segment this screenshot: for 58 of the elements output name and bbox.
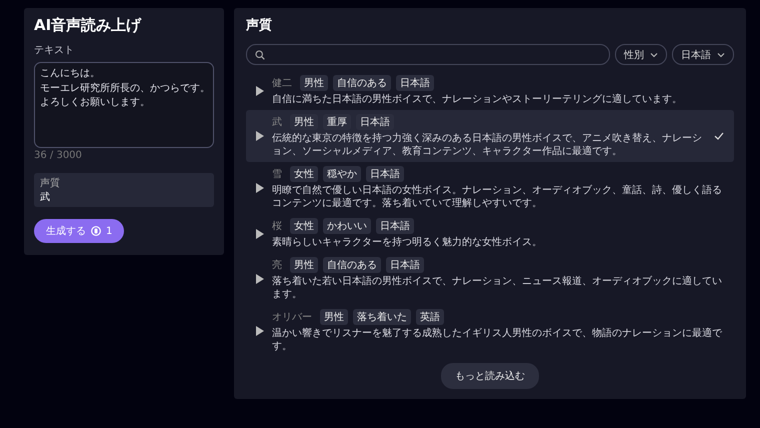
voice-name: 健二 (272, 77, 292, 90)
voice-name: 武 (272, 116, 282, 129)
voice-tag: 女性 (290, 218, 318, 234)
voice-tag: 男性 (290, 114, 318, 130)
play-icon[interactable] (256, 183, 264, 193)
voice-tag: 穏やか (323, 166, 361, 182)
voice-tag: 自信のある (333, 75, 391, 91)
voice-description: 落ち着いた若い日本語の男性ボイスで、ナレーション、ニュース報道、オーディオブックに適しています。 (272, 275, 723, 301)
voice-tag: 女性 (290, 166, 318, 182)
panel-title: 声質 (246, 16, 273, 34)
play-icon[interactable] (256, 131, 264, 141)
coin-icon (91, 226, 101, 236)
voice-description: 伝統的な東京の特徴を持つ力強く深みのある日本語の男性ボイスで、アニメ吹き替え、ナレーション、ソーシャルメディア、教育コンテンツ、キャラクター作品に最適です。 (272, 132, 703, 158)
voice-description: 自信に満ちた日本語の男性ボイスで、ナレーションやストーリーテリングに適しています。 (272, 93, 683, 106)
voice-item[interactable]: 雪 女性 穏やか 日本語 明瞭で自然で優しい日本語の女性ボイス。ナレーション、オーディオブック、童話、詩、優しく語るコンテンツに最適です。落ち着いていて理解しやすいです。 (246, 162, 734, 214)
voice-tag: 日本語 (376, 218, 414, 234)
play-icon[interactable] (256, 86, 264, 96)
voice-tag: かわいい (323, 218, 371, 234)
play-icon[interactable] (256, 274, 264, 284)
voice-item[interactable]: 武 男性 重厚 日本語 伝統的な東京の特徴を持つ力強く深みのある日本語の男性ボイスで、アニメ吹き替え、ナレーション、ソーシャルメディア、教育コンテンツ、キャラクター作品に最適です。 (246, 110, 734, 162)
search-field[interactable] (246, 44, 610, 65)
voice-item[interactable]: 桜 女性 かわいい 日本語 素晴らしいキャラクターを持つ明るく魅力的な女性ボイス。 (246, 214, 734, 253)
voice-tag: 男性 (300, 75, 328, 91)
load-more-button[interactable]: もっと読み込む (441, 363, 539, 389)
voice-select-field[interactable]: 声質 武 (34, 173, 214, 207)
chevron-down-icon (650, 50, 658, 58)
voice-description: 明瞭で自然で優しい日本語の女性ボイス。ナレーション、オーディオブック、童話、詩、優しく語るコンテンツに最適です。落ち着いていて理解しやすいです。 (272, 184, 723, 210)
voice-item[interactable]: 亮 男性 自信のある 日本語 落ち着いた若い日本語の男性ボイスで、ナレーション、ニュース報道、オーディオブックに適しています。 (246, 253, 734, 305)
text-input-field[interactable]: こんにちは。 モーエレ研究所所長の、かつらです。 よろしくお願いします。 (34, 62, 214, 148)
text-label: テキスト (34, 44, 75, 57)
voice-tag: 重厚 (323, 114, 351, 130)
voice-name: 雪 (272, 168, 282, 181)
voice-tag: 日本語 (366, 166, 404, 182)
generate-button[interactable]: 生成する 1 (34, 219, 124, 243)
voice-tag: 日本語 (386, 257, 424, 273)
voice-tag: 自信のある (323, 257, 381, 273)
play-icon[interactable] (256, 228, 264, 238)
voice-description: 素晴らしいキャラクターを持つ明るく魅力的な女性ボイス。 (272, 236, 543, 249)
voice-name: 亮 (272, 258, 282, 272)
filter-dropdown[interactable]: 日本語 (672, 44, 734, 65)
voice-name: 桜 (272, 220, 282, 233)
voice-name: オリバー (272, 311, 312, 324)
filter-dropdown[interactable]: 性別 (615, 44, 667, 65)
voice-item[interactable]: オリバー 男性 落ち着いた 英語 温かい響きでリスナーを魅了する成熟したイギリス人男性のボイスで、物語のナレーションに最適です。 (246, 305, 734, 357)
voice-tag: 男性 (290, 257, 318, 273)
voice-tag: 日本語 (356, 114, 394, 130)
voice-tag: 日本語 (396, 75, 434, 91)
voice-tag: 落ち着いた (353, 309, 411, 325)
check-icon (714, 131, 724, 141)
voice-item[interactable]: 健二 男性 自信のある 日本語 自信に満ちた日本語の男性ボイスで、ナレーションやストーリーテリングに適しています。 (246, 71, 734, 110)
character-count: 36 / 3000 (34, 150, 83, 161)
voice-tag: 男性 (320, 309, 348, 325)
app-title: AI音声読み上げ (34, 16, 142, 35)
chevron-down-icon (717, 50, 725, 58)
play-icon[interactable] (256, 326, 264, 336)
voice-description: 温かい響きでリスナーを魅了する成熟したイギリス人男性のボイスで、物語のナレーションに最適です。 (272, 327, 723, 353)
search-icon (255, 50, 265, 60)
voice-tag: 英語 (416, 309, 444, 325)
